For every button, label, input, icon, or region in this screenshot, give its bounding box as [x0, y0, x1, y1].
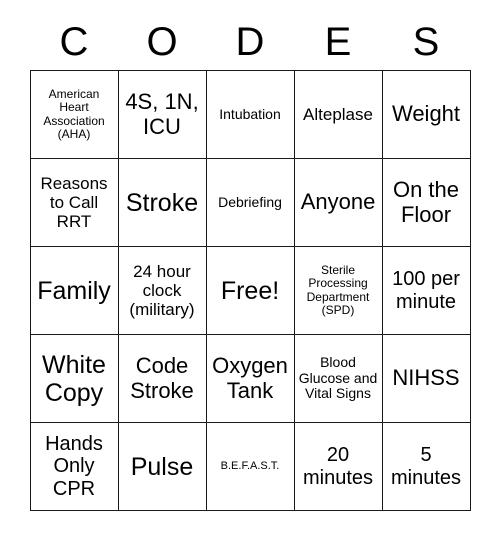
bingo-grid: American Heart Association (AHA) 4S, 1N,…	[29, 70, 471, 511]
bingo-cell-3-0[interactable]: White Copy	[29, 334, 119, 423]
bingo-cell-0-2[interactable]: Intubation	[205, 70, 295, 159]
bingo-cell-label: On the Floor	[392, 176, 460, 227]
bingo-cell-label: Free!	[220, 276, 280, 305]
bingo-header-letter-0: C	[59, 20, 89, 64]
bingo-cell-label: 100 per minute	[392, 268, 460, 313]
bingo-header: C O D E S	[30, 14, 470, 70]
bingo-row-1: Reasons to Call RRT Stroke Debriefing An…	[29, 158, 471, 247]
bingo-cell-label: Weight	[391, 101, 461, 127]
bingo-cell-label: Code Stroke	[130, 352, 194, 403]
bingo-row-2: Family 24 hour clock (military) Free! St…	[29, 246, 471, 335]
bingo-cell-4-3[interactable]: 20 minutes	[293, 422, 383, 511]
bingo-cell-4-2[interactable]: B.E.F.A.S.T.	[205, 422, 295, 511]
bingo-header-letter-1: O	[146, 20, 178, 64]
bingo-header-letter-4: S	[412, 20, 440, 64]
bingo-cell-4-4[interactable]: 5 minutes	[381, 422, 471, 511]
bingo-cell-label: 5 minutes	[390, 444, 462, 489]
bingo-cell-3-2[interactable]: Oxygen Tank	[205, 334, 295, 423]
bingo-cell-label: Debriefing	[218, 193, 282, 210]
bingo-row-3: White Copy Code Stroke Oxygen Tank Blood…	[29, 334, 471, 423]
bingo-cell-label: 4S, 1N, ICU	[125, 88, 199, 139]
bingo-cell-2-1[interactable]: 24 hour clock (military)	[117, 246, 207, 335]
bingo-header-letter-3: E	[324, 20, 352, 64]
bingo-cell-label: 20 minutes	[302, 444, 374, 489]
bingo-cell-3-4[interactable]: NIHSS	[381, 334, 471, 423]
bingo-row-0: American Heart Association (AHA) 4S, 1N,…	[29, 70, 471, 159]
bingo-cell-label: Alteplase	[303, 104, 373, 124]
bingo-cell-label: 24 hour clock (military)	[129, 261, 195, 320]
bingo-cell-0-0[interactable]: American Heart Association (AHA)	[29, 70, 119, 159]
bingo-cell-label: Reasons to Call RRT	[40, 173, 108, 232]
bingo-card: C O D E S American Heart Association (AH…	[0, 0, 500, 544]
bingo-cell-label: Pulse	[130, 452, 194, 481]
bingo-cell-label: Blood Glucose and Vital Signs	[298, 353, 378, 402]
bingo-row-4: Hands Only CPR Pulse B.E.F.A.S.T. 20 min…	[29, 422, 471, 511]
bingo-cell-4-0[interactable]: Hands Only CPR	[29, 422, 119, 511]
bingo-cell-label: Family	[37, 276, 111, 305]
bingo-cell-free-space[interactable]: Free!	[205, 246, 295, 335]
bingo-cell-4-1[interactable]: Pulse	[117, 422, 207, 511]
bingo-cell-2-3[interactable]: Sterile Processing Department (SPD)	[293, 246, 383, 335]
bingo-cell-1-3[interactable]: Anyone	[293, 158, 383, 247]
bingo-cell-1-1[interactable]: Stroke	[117, 158, 207, 247]
bingo-cell-label: NIHSS	[392, 365, 460, 391]
bingo-cell-label: American Heart Association (AHA)	[43, 86, 105, 141]
bingo-cell-label: Intubation	[219, 105, 281, 122]
bingo-cell-0-1[interactable]: 4S, 1N, ICU	[117, 70, 207, 159]
bingo-cell-3-3[interactable]: Blood Glucose and Vital Signs	[293, 334, 383, 423]
bingo-cell-1-4[interactable]: On the Floor	[381, 158, 471, 247]
bingo-cell-label: Hands Only CPR	[45, 432, 103, 500]
bingo-cell-label: B.E.F.A.S.T.	[220, 460, 280, 473]
bingo-cell-label: Anyone	[300, 189, 376, 215]
bingo-cell-1-2[interactable]: Debriefing	[205, 158, 295, 247]
bingo-cell-label: White Copy	[42, 350, 106, 407]
bingo-cell-3-1[interactable]: Code Stroke	[117, 334, 207, 423]
bingo-cell-1-0[interactable]: Reasons to Call RRT	[29, 158, 119, 247]
bingo-cell-2-0[interactable]: Family	[29, 246, 119, 335]
bingo-cell-2-4[interactable]: 100 per minute	[381, 246, 471, 335]
bingo-cell-label: Stroke	[125, 188, 199, 217]
bingo-cell-label: Oxygen Tank	[212, 352, 288, 403]
bingo-cell-0-3[interactable]: Alteplase	[293, 70, 383, 159]
bingo-cell-label: Sterile Processing Department (SPD)	[306, 262, 370, 317]
bingo-header-letter-2: D	[235, 20, 265, 64]
bingo-cell-0-4[interactable]: Weight	[381, 70, 471, 159]
